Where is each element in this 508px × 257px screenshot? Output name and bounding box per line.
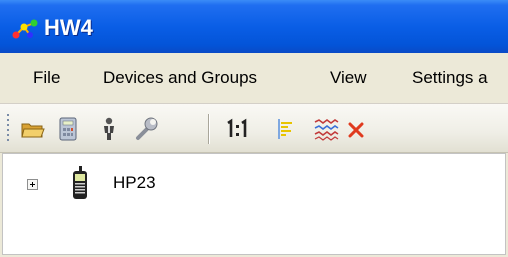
menu-file[interactable]: File [33,67,60,89]
expand-plus-icon[interactable] [27,179,38,190]
title-bar[interactable]: HW4 [0,0,508,53]
menu-settings[interactable]: Settings a [412,67,488,89]
menu-view[interactable]: View [330,67,367,89]
one-to-one-icon[interactable] [224,116,254,142]
device-tree-panel: HP23 [2,153,506,255]
delete-x-icon[interactable] [345,116,367,142]
align-list-icon[interactable] [274,116,300,142]
app-window: HW4 File Devices and Groups View Setting… [0,0,508,257]
calculator-icon[interactable] [55,116,81,142]
open-folder-icon[interactable] [20,116,46,142]
toolbar-grip[interactable] [6,112,10,144]
menu-devices-and-groups[interactable]: Devices and Groups [103,67,257,89]
menu-bar: File Devices and Groups View Settings a [0,53,508,104]
waveform-icon[interactable] [312,116,340,142]
tree-item-label[interactable]: HP23 [113,172,156,194]
person-icon[interactable] [96,116,122,142]
toolbar-separator [208,114,210,144]
wrench-icon[interactable] [134,116,160,142]
handheld-radio-icon[interactable] [71,166,89,200]
window-title: HW4 [44,15,93,40]
toolbar [0,104,508,153]
molecule-app-icon [12,19,38,39]
